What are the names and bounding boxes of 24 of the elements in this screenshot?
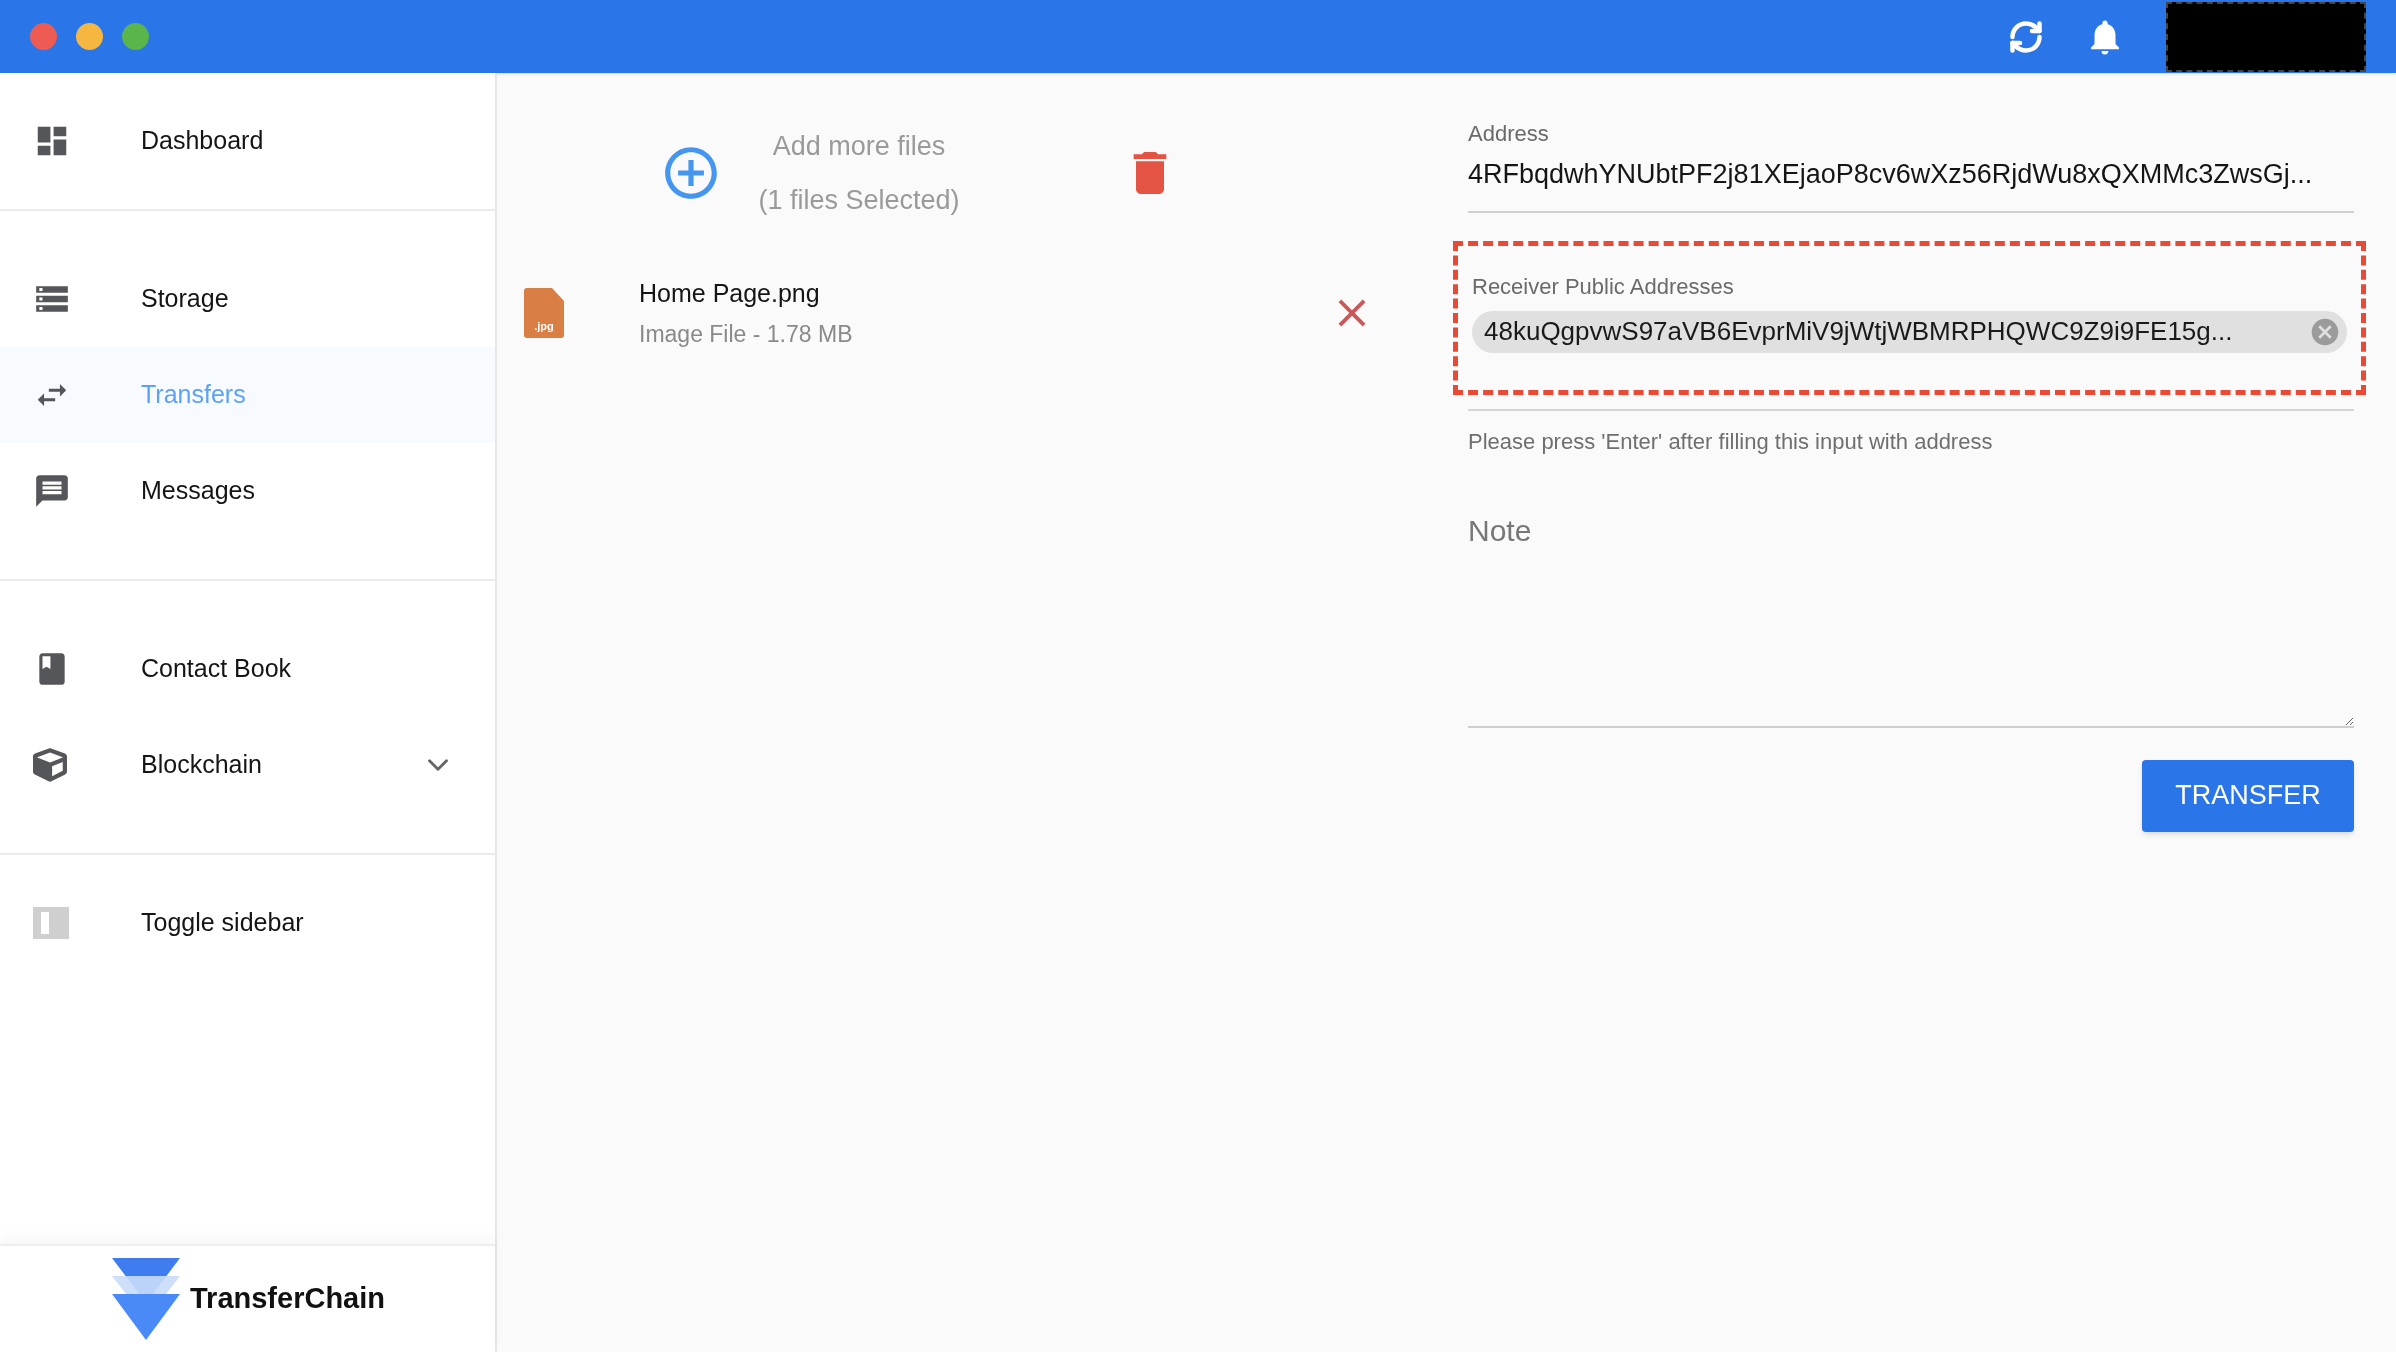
help-text: Please press 'Enter' after filling this input with address (1468, 427, 1994, 456)
sidebar-item[interactable]: Toggle sidebar (0, 875, 495, 971)
minimize-window-icon[interactable] (76, 23, 103, 50)
file-name: Home Page.png (639, 278, 821, 309)
file-icon: .jpg (524, 288, 564, 338)
transfer-button[interactable]: TRANSFER (2142, 759, 2354, 832)
address-label: Address (1468, 120, 1550, 148)
refresh-icon[interactable] (2008, 18, 2044, 55)
sidebar-item[interactable]: Dashboard (0, 93, 495, 189)
chevron-logo-icon (110, 1258, 182, 1340)
address-value: 4RFbqdwhYNUbtPF2j81XEjaoP8cv6wXz56RjdWu8xQXMMc3ZwsGj... (1468, 158, 2314, 191)
sidebar-item[interactable]: Contact Book (0, 621, 495, 717)
receivers-label: Receiver Public Addresses (1472, 272, 1735, 301)
file-meta: Image File - 1.78 MB (639, 319, 854, 349)
cube-icon (33, 748, 67, 782)
files-count: (1 files Selected) (758, 184, 960, 217)
address-chip[interactable]: 48kuQgpvwS97aVB6EvprMiV9jWtjWBMRPHQWC9Z9i9FE15g... (1472, 310, 2347, 353)
sidebar-item[interactable]: Blockchain (0, 717, 495, 813)
receivers-field[interactable]: Receiver Public Addresses 48kuQgpvwS97aVB6EvprMiV9jWtjWBMRPHQWC9Z9i9FE15g... (1453, 240, 2366, 395)
sidebar-item[interactable]: Messages (0, 443, 495, 539)
sidebar-toggle-icon (33, 907, 69, 939)
brand-name: TransferChain (190, 1281, 385, 1317)
note-field[interactable]: Note (1468, 507, 2354, 728)
sidebar-item[interactable]: Storage (0, 251, 495, 347)
